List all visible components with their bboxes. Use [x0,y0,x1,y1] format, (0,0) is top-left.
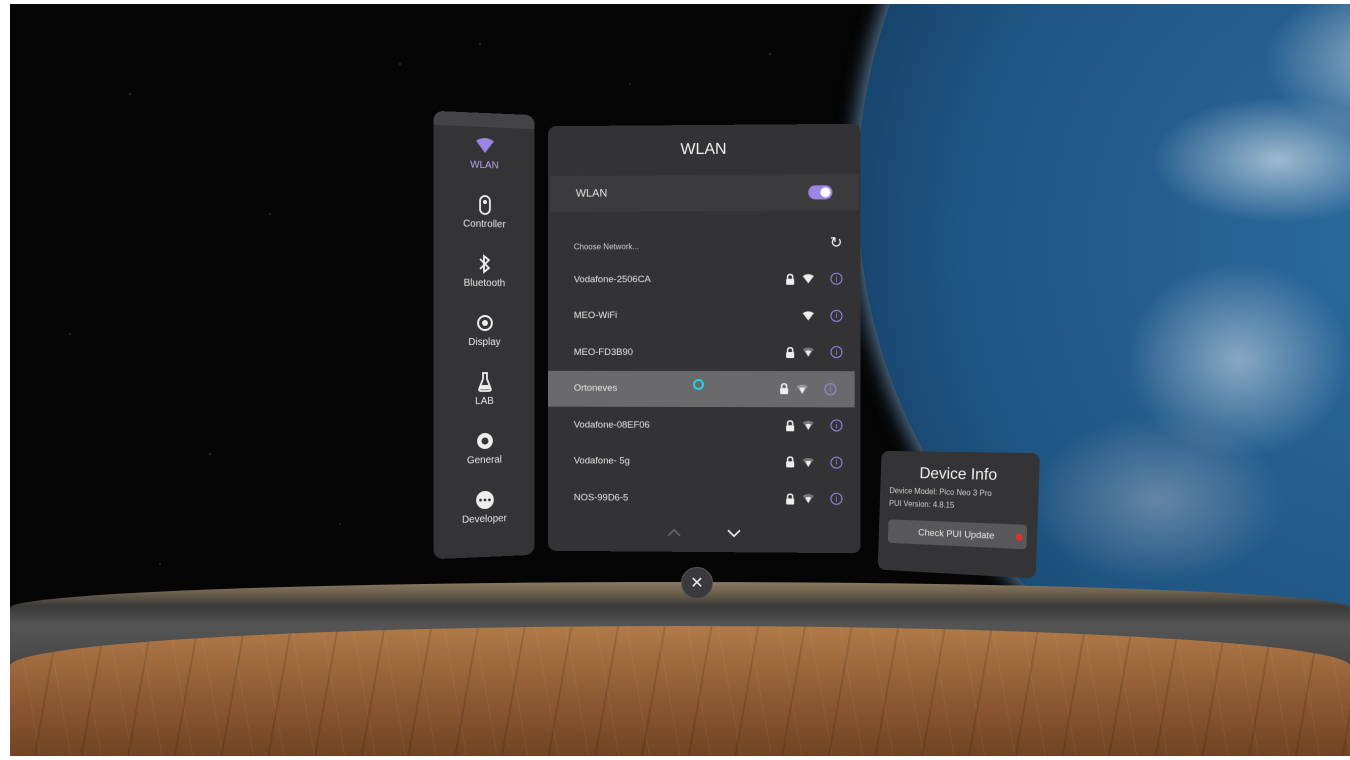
info-icon[interactable]: i [830,272,843,285]
network-row-selected[interactable]: Ortoneves i [548,370,855,408]
wifi-signal-icon [802,310,814,322]
network-row[interactable]: NOS-99D6-5 i [548,479,861,517]
network-name: MEO-FD3B90 [573,346,633,358]
page-down-button[interactable] [726,526,740,540]
close-button[interactable]: ✕ [681,567,713,599]
frame-border [0,0,10,760]
info-icon[interactable]: i [830,346,843,359]
wlan-toggle-label: WLAN [575,187,608,200]
wlan-toggle-row: WLAN [550,174,859,212]
wifi-signal-icon [802,346,814,358]
wifi-signal-icon [802,420,814,432]
wifi-signal-icon [802,493,814,505]
network-list: Vodafone-2506CA i MEO-WiFi i MEO-FD3B90 [548,261,861,518]
list-pager [548,525,861,541]
choose-network-label: Choose Network... [573,242,640,252]
sidebar-item-bluetooth[interactable]: Bluetooth [433,252,534,312]
sidebar-item-controller[interactable]: Controller [433,193,534,254]
pui-version: PUI Version: 4.8.15 [888,498,955,510]
sidebar-item-label: WLAN [470,159,499,172]
more-icon [474,489,496,512]
device-model: Device Model: Pico Neo 3 Pro [889,486,992,499]
check-update-button[interactable]: Check PUI Update [887,519,1028,550]
network-row[interactable]: Vodafone-08EF06 i [548,407,861,445]
flask-icon [474,371,496,393]
gear-icon [474,430,496,452]
info-icon[interactable]: i [824,382,837,396]
page-title: WLAN [680,140,727,159]
network-name: MEO-WiFi [573,310,618,322]
controller-icon [474,194,496,217]
lock-icon [784,456,796,468]
eye-icon [474,312,496,334]
device-info-card: Device Info Device Model: Pico Neo 3 Pro… [877,450,1041,579]
network-name: Ortoneves [573,383,618,395]
info-icon[interactable]: i [830,456,843,469]
sidebar-item-label: Developer [461,513,507,526]
update-badge [1015,533,1023,541]
settings-sidebar: WLAN Controller Bluetooth Display LAB Ge… [433,110,535,560]
lock-icon [784,273,796,285]
check-update-label: Check PUI Update [917,526,995,542]
sidebar-item-label: General [466,454,502,467]
page-up-button[interactable] [667,526,681,540]
pointer-cursor [693,378,704,390]
lock-icon [784,346,796,358]
wifi-signal-icon [802,456,814,468]
bluetooth-icon [474,253,496,275]
sidebar-item-lab[interactable]: LAB [433,371,534,431]
sidebar-item-wlan[interactable]: WLAN [433,133,534,195]
lock-icon [778,383,790,395]
chevron-down-icon [726,528,740,537]
frame-border [0,0,1350,4]
sidebar-item-label: Controller [463,218,506,231]
network-name: Vodafone-2506CA [573,273,651,286]
sidebar-item-developer[interactable]: Developer [433,487,534,550]
info-icon[interactable]: i [830,419,843,432]
network-row[interactable]: Vodafone-2506CA i [548,261,861,298]
choose-network-header: Choose Network... ↻ [548,210,861,259]
device-info-title: Device Info [919,465,998,485]
info-icon[interactable]: i [830,309,843,322]
lock-icon [784,419,796,432]
vr-environment: WLAN Controller Bluetooth Display LAB Ge… [0,0,1350,760]
lock-icon [784,493,796,505]
wifi-signal-icon [796,383,808,395]
info-icon[interactable]: i [830,492,843,506]
network-row[interactable]: MEO-WiFi i [548,297,861,334]
close-icon: ✕ [690,575,704,592]
sidebar-item-display[interactable]: Display [433,312,534,372]
refresh-icon[interactable]: ↻ [830,234,843,251]
frame-border [0,756,1350,760]
network-name: NOS-99D6-5 [573,492,629,504]
chevron-up-icon [667,529,681,538]
network-row[interactable]: MEO-FD3B90 i [548,334,861,371]
network-name: Vodafone-08EF06 [573,419,650,431]
network-row[interactable]: Vodafone- 5g i [548,443,861,481]
sidebar-item-label: LAB [475,395,494,408]
wlan-panel: WLAN WLAN Choose Network... ↻ Vodafone-2… [548,123,861,554]
wooden-floor [10,626,1350,760]
sidebar-item-label: Bluetooth [463,277,506,290]
sidebar-item-general[interactable]: General [433,429,534,490]
network-name: Vodafone- 5g [573,455,630,467]
wlan-toggle[interactable] [808,185,833,200]
wifi-icon [474,135,496,158]
wifi-signal-icon [802,273,814,285]
sidebar-item-label: Display [468,336,501,349]
